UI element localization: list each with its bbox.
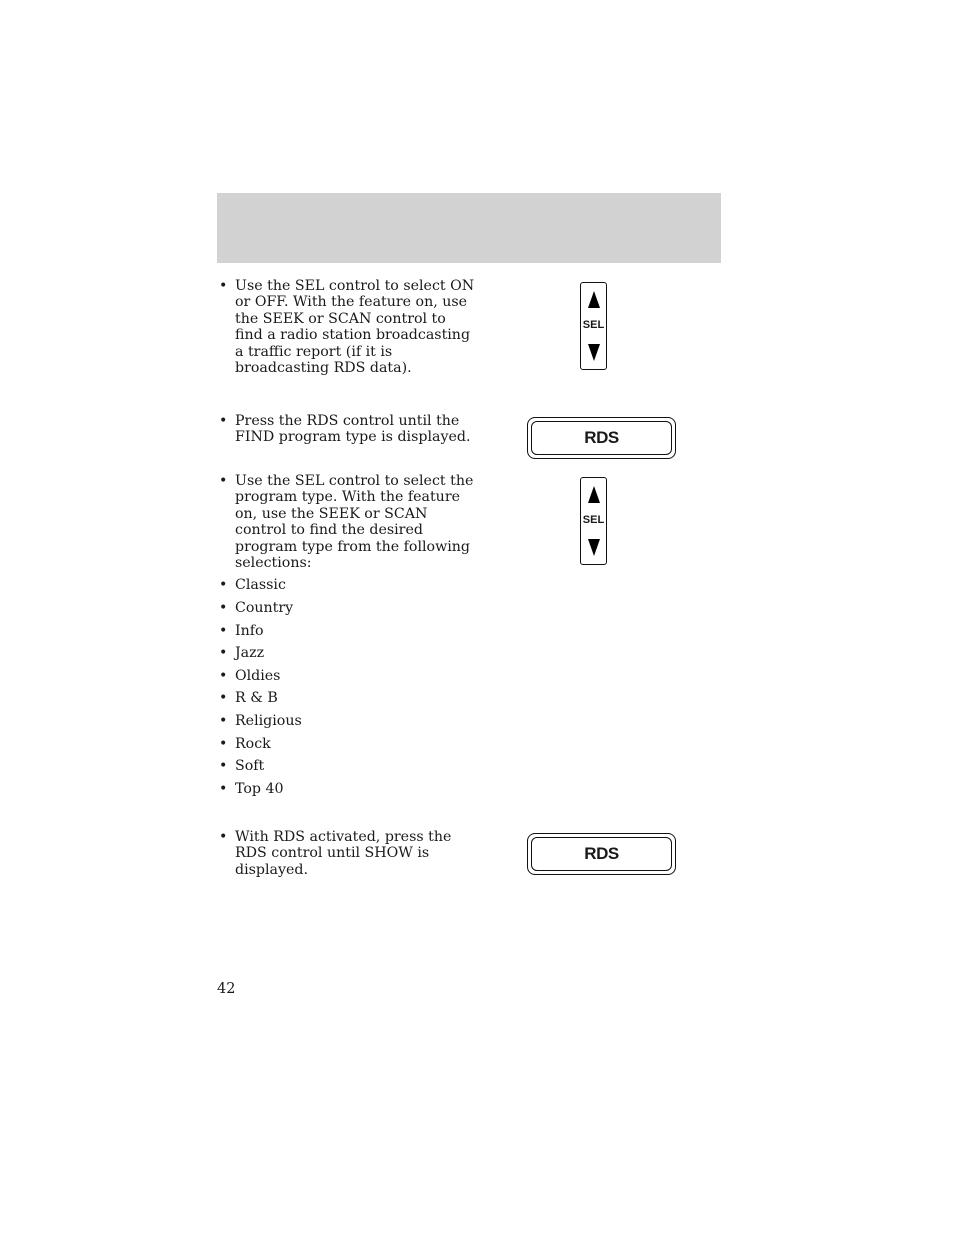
- program-type: Country: [235, 600, 294, 617]
- list-item: • Info: [217, 623, 477, 646]
- sel-label: SEL: [582, 514, 605, 526]
- program-type-list: • Classic • Country • Info • Jazz • Oldies • R…: [217, 577, 477, 803]
- section-header-band: [217, 193, 721, 263]
- instruction-text: Press the RDS control until the FIND pro…: [235, 413, 471, 446]
- list-item: • Rock: [217, 736, 477, 759]
- program-type: Top 40: [235, 780, 284, 797]
- arrow-down-icon: [588, 539, 600, 556]
- program-type: Soft: [235, 758, 265, 775]
- rds-button-illustration: RDS: [527, 417, 676, 459]
- bullet-icon: •: [219, 645, 228, 662]
- instruction-sel-traffic: • Use the SEL control to select ON or OF…: [217, 278, 477, 376]
- program-type: Rock: [235, 735, 271, 752]
- program-type: Oldies: [235, 667, 281, 684]
- instruction-text: Use the SEL control to select ON or OFF.…: [235, 278, 475, 377]
- list-item: • Top 40: [217, 781, 477, 804]
- page-number: 42: [217, 981, 236, 997]
- bullet-icon: •: [219, 278, 228, 294]
- rds-button-illustration: RDS: [527, 833, 676, 875]
- bullet-icon: •: [219, 829, 228, 845]
- sel-control-illustration: SEL: [580, 282, 607, 370]
- instruction-rds-show: • With RDS activated, press the RDS cont…: [217, 829, 477, 878]
- list-item: • Country: [217, 600, 477, 623]
- program-type: Jazz: [235, 645, 265, 662]
- list-item: • Jazz: [217, 645, 477, 668]
- list-item: • Classic: [217, 577, 477, 600]
- rds-label: RDS: [531, 421, 672, 455]
- rds-label: RDS: [531, 837, 672, 871]
- instruction-text: Use the SEL control to select the progra…: [235, 473, 474, 572]
- bullet-icon: •: [219, 577, 228, 594]
- bullet-icon: •: [219, 758, 228, 775]
- bullet-icon: •: [219, 413, 228, 429]
- program-type: R & B: [235, 690, 278, 707]
- instruction-text: With RDS activated, press the RDS contro…: [235, 829, 452, 878]
- program-type: Classic: [235, 577, 286, 594]
- list-item: • Soft: [217, 758, 477, 781]
- instruction-rds-find: • Press the RDS control until the FIND p…: [217, 413, 477, 446]
- instruction-sel-program-type: • Use the SEL control to select the prog…: [217, 473, 477, 803]
- list-item: • R & B: [217, 690, 477, 713]
- bullet-icon: •: [219, 622, 228, 639]
- bullet-icon: •: [219, 473, 228, 489]
- bullet-icon: •: [219, 600, 228, 617]
- bullet-icon: •: [219, 690, 228, 707]
- bullet-icon: •: [219, 667, 228, 684]
- bullet-icon: •: [219, 735, 228, 752]
- sel-control-illustration: SEL: [580, 477, 607, 565]
- list-item: • Oldies: [217, 668, 477, 691]
- arrow-up-icon: [588, 291, 600, 308]
- bullet-item: • Use the SEL control to select the prog…: [217, 473, 477, 571]
- bullet-item: • Press the RDS control until the FIND p…: [217, 413, 477, 446]
- bullet-item: • Use the SEL control to select ON or OF…: [217, 278, 477, 376]
- bullet-icon: •: [219, 780, 228, 797]
- program-type: Info: [235, 622, 264, 639]
- program-type: Religious: [235, 713, 302, 729]
- bullet-icon: •: [219, 713, 228, 729]
- arrow-down-icon: [588, 344, 600, 361]
- arrow-up-icon: [588, 486, 600, 503]
- bullet-item: • With RDS activated, press the RDS cont…: [217, 829, 477, 878]
- sel-label: SEL: [582, 319, 605, 331]
- list-item: • Religious: [217, 713, 477, 736]
